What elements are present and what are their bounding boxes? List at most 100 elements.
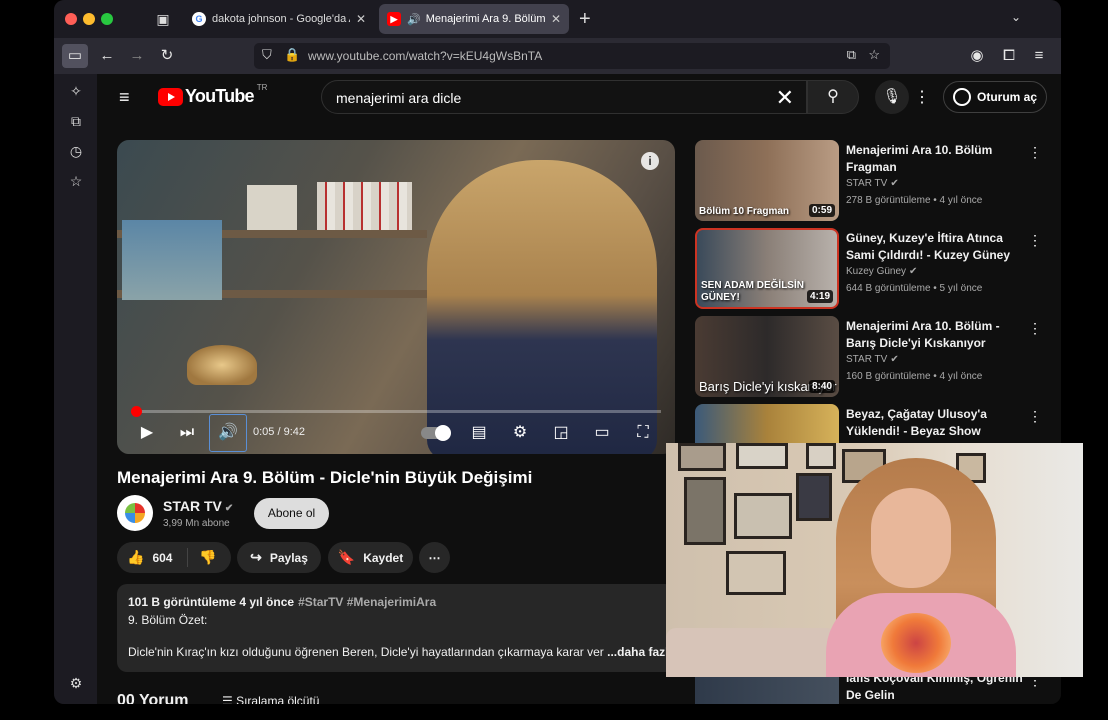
wall-painting <box>122 220 222 300</box>
forward-button[interactable]: → <box>124 44 150 68</box>
next-icon[interactable]: ⏭ <box>175 422 199 444</box>
thumbs-down-icon[interactable]: 👎 <box>199 549 216 566</box>
video-thumbnail[interactable]: SEN ADAM DEĞİLSİN GÜNEY! 4:19 <box>695 228 839 309</box>
bookmarks-star-icon[interactable]: ☆ <box>67 172 85 190</box>
sort-by-button[interactable]: ☰ Sıralama ölçütü <box>222 694 319 704</box>
close-tab-icon[interactable]: ✕ <box>356 12 366 26</box>
video-title[interactable]: Menajerimi Ara 10. Bölüm Fragman <box>846 142 1026 176</box>
sidebar-toggle-button[interactable]: ▭ <box>62 44 88 68</box>
tab-youtube-video[interactable]: ▶ 🔊 Menajerimi Ara 9. Bölüm - D ✕ <box>379 4 569 34</box>
progress-bar[interactable] <box>130 406 661 417</box>
address-bar[interactable]: ⛉ 🔒 www.youtube.com/watch?v=kEU4gWsBnTA … <box>254 43 890 69</box>
bookmark-icon: 🔖 <box>337 549 356 565</box>
clear-search-icon[interactable]: ✕ <box>776 85 794 111</box>
tab-overview-icon[interactable]: ▣ <box>154 10 172 28</box>
synced-tabs-icon[interactable]: ⧉ <box>67 112 85 130</box>
youtube-logo[interactable]: YouTube TR <box>158 83 267 107</box>
channel-name[interactable]: STAR TV <box>846 354 887 365</box>
recommended-video[interactable]: Bölüm 10 Fragman 0:59 Menajerimi Ara 10.… <box>695 140 1042 222</box>
new-tab-button[interactable]: + <box>579 8 591 31</box>
info-icon[interactable]: i <box>641 152 659 170</box>
divider <box>187 548 188 567</box>
description-line: Dicle'nin Kıraç'ın kızı olduğunu öğrenen… <box>128 645 604 659</box>
like-count[interactable]: 604 <box>152 551 172 565</box>
search-button[interactable]: ⚲ <box>807 80 859 114</box>
webcam-overlay <box>666 443 1083 677</box>
picture-in-picture-icon[interactable]: ⧉ <box>847 47 856 63</box>
video-menu-kebab-icon[interactable]: ⋮ <box>1028 408 1042 425</box>
miniplayer-icon[interactable]: ◲ <box>549 422 573 444</box>
volume-icon[interactable]: 🔊 <box>209 414 247 452</box>
guide-menu-icon[interactable]: ≡ <box>119 88 137 106</box>
channel-name[interactable]: STAR TV <box>846 178 887 189</box>
autoplay-toggle[interactable] <box>421 425 451 441</box>
video-menu-kebab-icon[interactable]: ⋮ <box>1028 320 1042 337</box>
settings-kebab-icon[interactable]: ⋮ <box>914 87 930 107</box>
bookmark-star-icon[interactable]: ☆ <box>868 47 880 63</box>
close-window-button[interactable] <box>65 13 77 25</box>
more-actions-button[interactable]: ⋯ <box>419 542 450 573</box>
thumbs-up-icon[interactable]: 👍 <box>127 549 144 566</box>
webcam-person <box>826 458 1016 677</box>
recommended-video[interactable]: SEN ADAM DEĞİLSİN GÜNEY! 4:19 Güney, Kuz… <box>695 228 1042 310</box>
channel-name[interactable]: STAR TV ✔ <box>163 498 233 514</box>
channel-name[interactable]: Kuzey Güney <box>846 266 906 277</box>
menu-icon[interactable]: ≡ <box>1026 44 1052 68</box>
video-stats: 278 B görüntüleme • 4 yıl önce <box>846 195 983 206</box>
description-box[interactable]: 101 B görüntüleme 4 yıl önce #StarTV #Men… <box>117 584 675 672</box>
settings-gear-icon[interactable]: ⚙ <box>67 674 85 692</box>
thumbnail-caption: Bölüm 10 Fragman <box>699 206 790 217</box>
tab-google-search[interactable]: G dakota johnson - Google'da Ara ✕ <box>184 4 374 34</box>
extensions-icon[interactable]: ⧠ <box>996 44 1022 68</box>
video-thumbnail[interactable]: Bölüm 10 Fragman 0:59 <box>695 140 839 221</box>
video-title[interactable]: Menajerimi Ara 10. Bölüm - Barış Dicle'y… <box>846 318 1026 352</box>
hashtags[interactable]: #StarTV #MenajerimiAra <box>298 595 436 609</box>
search-input[interactable]: menajerimi ara dicle ✕ <box>321 80 807 114</box>
video-title[interactable]: Beyaz, Çağatay Ulusoy'a Yüklendi! - Beya… <box>846 406 1026 440</box>
video-thumbnail[interactable]: Barış Dicle'yi kıskanıyor 8:40 <box>695 316 839 397</box>
video-stats: 160 B görüntüleme • 4 yıl önce <box>846 371 983 382</box>
speaker-icon[interactable]: 🔊 <box>407 13 421 26</box>
fullscreen-icon[interactable]: ⛶ <box>631 422 655 444</box>
signin-button[interactable]: Oturum aç <box>943 81 1047 113</box>
shirt-flower-print <box>881 613 951 673</box>
channel-avatar[interactable] <box>117 495 153 531</box>
show-more-link[interactable]: ...daha fazla <box>604 645 675 659</box>
video-title[interactable]: Güney, Kuzey'e İftira Atınca Sami Çıldır… <box>846 230 1026 264</box>
save-button[interactable]: 🔖 Kaydet <box>328 542 413 573</box>
subscribe-button[interactable]: Abone ol <box>254 498 329 529</box>
ai-sparkle-icon[interactable]: ✧ <box>67 82 85 100</box>
subtitles-icon[interactable]: ▤ <box>467 422 491 444</box>
video-player[interactable]: i ▶ ⏭ 🔊 0:05 / 9:42 ▤ ⚙ ◲ ▭ ⛶ <box>117 140 675 454</box>
voice-search-mic-icon[interactable]: 🎙 <box>875 80 909 114</box>
search-query[interactable]: menajerimi ara dicle <box>336 90 461 106</box>
player-controls: ▶ ⏭ 🔊 0:05 / 9:42 ▤ ⚙ ◲ ▭ ⛶ <box>117 414 675 452</box>
video-stats: 644 B görüntüleme • 5 yıl önce <box>846 283 983 294</box>
comments-count: 00 Yorum <box>117 692 189 704</box>
lock-icon[interactable]: 🔒 <box>284 47 300 63</box>
share-button[interactable]: ↪ Paylaş <box>237 542 321 573</box>
history-icon[interactable]: ◷ <box>67 142 85 160</box>
verified-icon: ✔ <box>224 503 234 514</box>
close-tab-icon[interactable]: ✕ <box>551 12 561 26</box>
tab-title: Menajerimi Ara 9. Bölüm - D <box>425 13 545 25</box>
reload-button[interactable]: ↻ <box>154 44 180 68</box>
theater-mode-icon[interactable]: ▭ <box>590 422 614 444</box>
verified-icon: ✔ <box>890 178 899 189</box>
account-icon[interactable]: ◉ <box>964 44 990 68</box>
youtube-play-icon <box>158 87 183 106</box>
shield-icon[interactable]: ⛉ <box>262 47 272 63</box>
minimize-window-button[interactable] <box>83 13 95 25</box>
back-button[interactable]: ← <box>94 44 120 68</box>
subscriber-count: 3,99 Mn abone <box>163 518 230 529</box>
video-menu-kebab-icon[interactable]: ⋮ <box>1028 144 1042 161</box>
url-text[interactable]: www.youtube.com/watch?v=kEU4gWsBnTA <box>308 49 542 63</box>
recommended-video[interactable]: Barış Dicle'yi kıskanıyor 8:40 Menajerim… <box>695 316 1042 398</box>
settings-gear-icon[interactable]: ⚙ <box>508 422 532 444</box>
video-menu-kebab-icon[interactable]: ⋮ <box>1028 232 1042 249</box>
play-icon[interactable]: ▶ <box>135 422 159 444</box>
maximize-window-button[interactable] <box>101 13 113 25</box>
channel-name-text[interactable]: STAR TV <box>163 498 222 514</box>
share-label: Paylaş <box>269 550 308 565</box>
chevron-down-icon[interactable]: ⌄ <box>1011 10 1021 24</box>
